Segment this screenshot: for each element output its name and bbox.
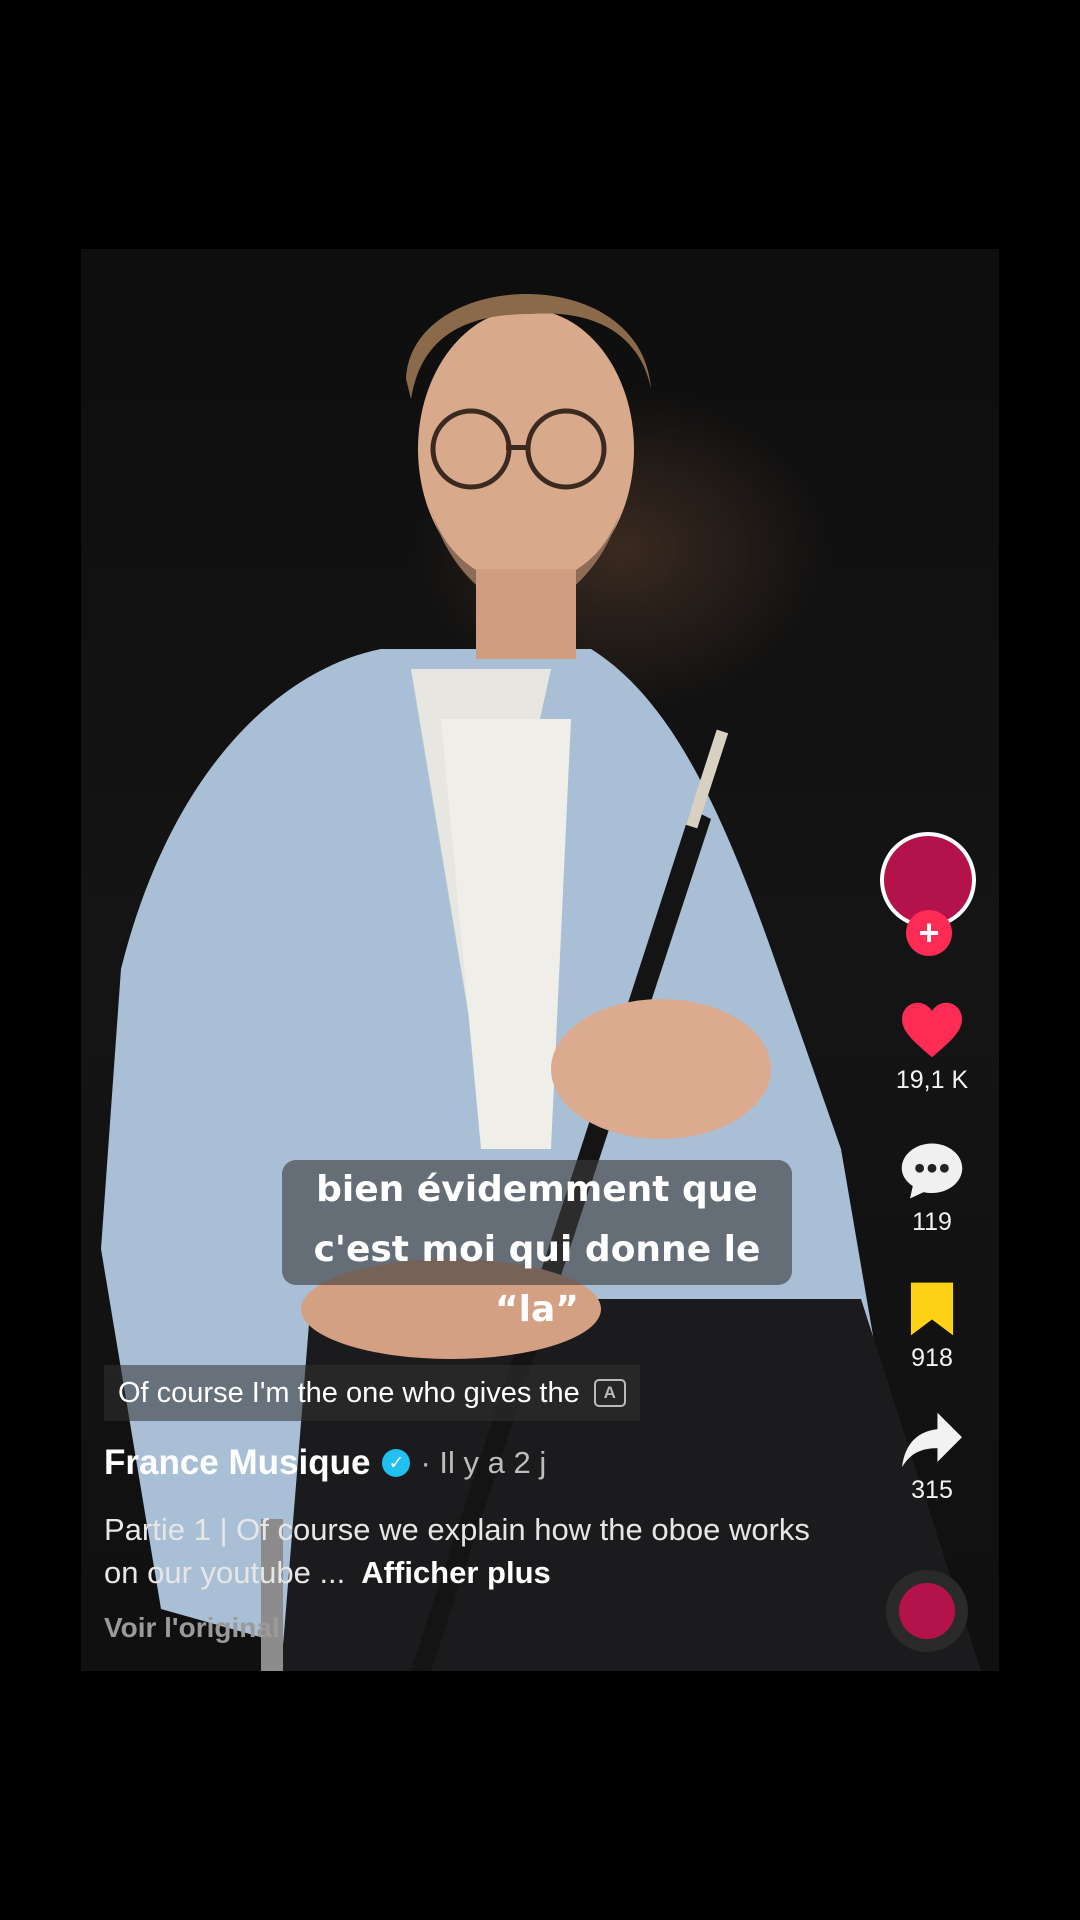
caption-line-2: c'est moi qui donne le “la”: [313, 1229, 761, 1330]
bookmark-icon: [910, 1282, 954, 1336]
post-time: · Il y a 2 j: [420, 1445, 547, 1480]
translation-text: Of course I'm the one who gives the: [118, 1376, 580, 1409]
save-count: 918: [911, 1344, 953, 1372]
post-description: Partie 1 | Of course we explain how the …: [104, 1508, 824, 1594]
caption-line-1: bien évidemment que: [316, 1169, 758, 1210]
share-button[interactable]: 315: [880, 1410, 984, 1505]
comment-icon: [901, 1143, 963, 1199]
comment-button[interactable]: 119: [880, 1140, 984, 1237]
translate-icon[interactable]: A: [593, 1379, 626, 1407]
share-count: 315: [911, 1476, 953, 1504]
show-more-button[interactable]: Afficher plus: [361, 1555, 550, 1590]
music-disc-icon: [899, 1583, 955, 1639]
music-disc[interactable]: [886, 1570, 968, 1652]
author-name[interactable]: France Musique: [104, 1443, 370, 1483]
auto-caption: bien évidemment que c'est moi qui donne …: [282, 1160, 792, 1330]
translation-bar[interactable]: Of course I'm the one who gives the A: [104, 1365, 640, 1421]
like-button[interactable]: 19,1 K: [880, 1000, 984, 1095]
follow-button[interactable]: +: [906, 910, 952, 956]
author-row: France Musique ✓ · Il y a 2 j: [104, 1443, 546, 1483]
see-original-link[interactable]: Voir l'original: [104, 1612, 280, 1644]
save-button[interactable]: 918: [880, 1280, 984, 1373]
share-arrow-icon: [902, 1412, 962, 1468]
heart-icon: [902, 1002, 962, 1058]
comment-count: 119: [912, 1208, 952, 1236]
verified-icon: ✓: [382, 1449, 411, 1477]
like-count: 19,1 K: [895, 1066, 969, 1094]
